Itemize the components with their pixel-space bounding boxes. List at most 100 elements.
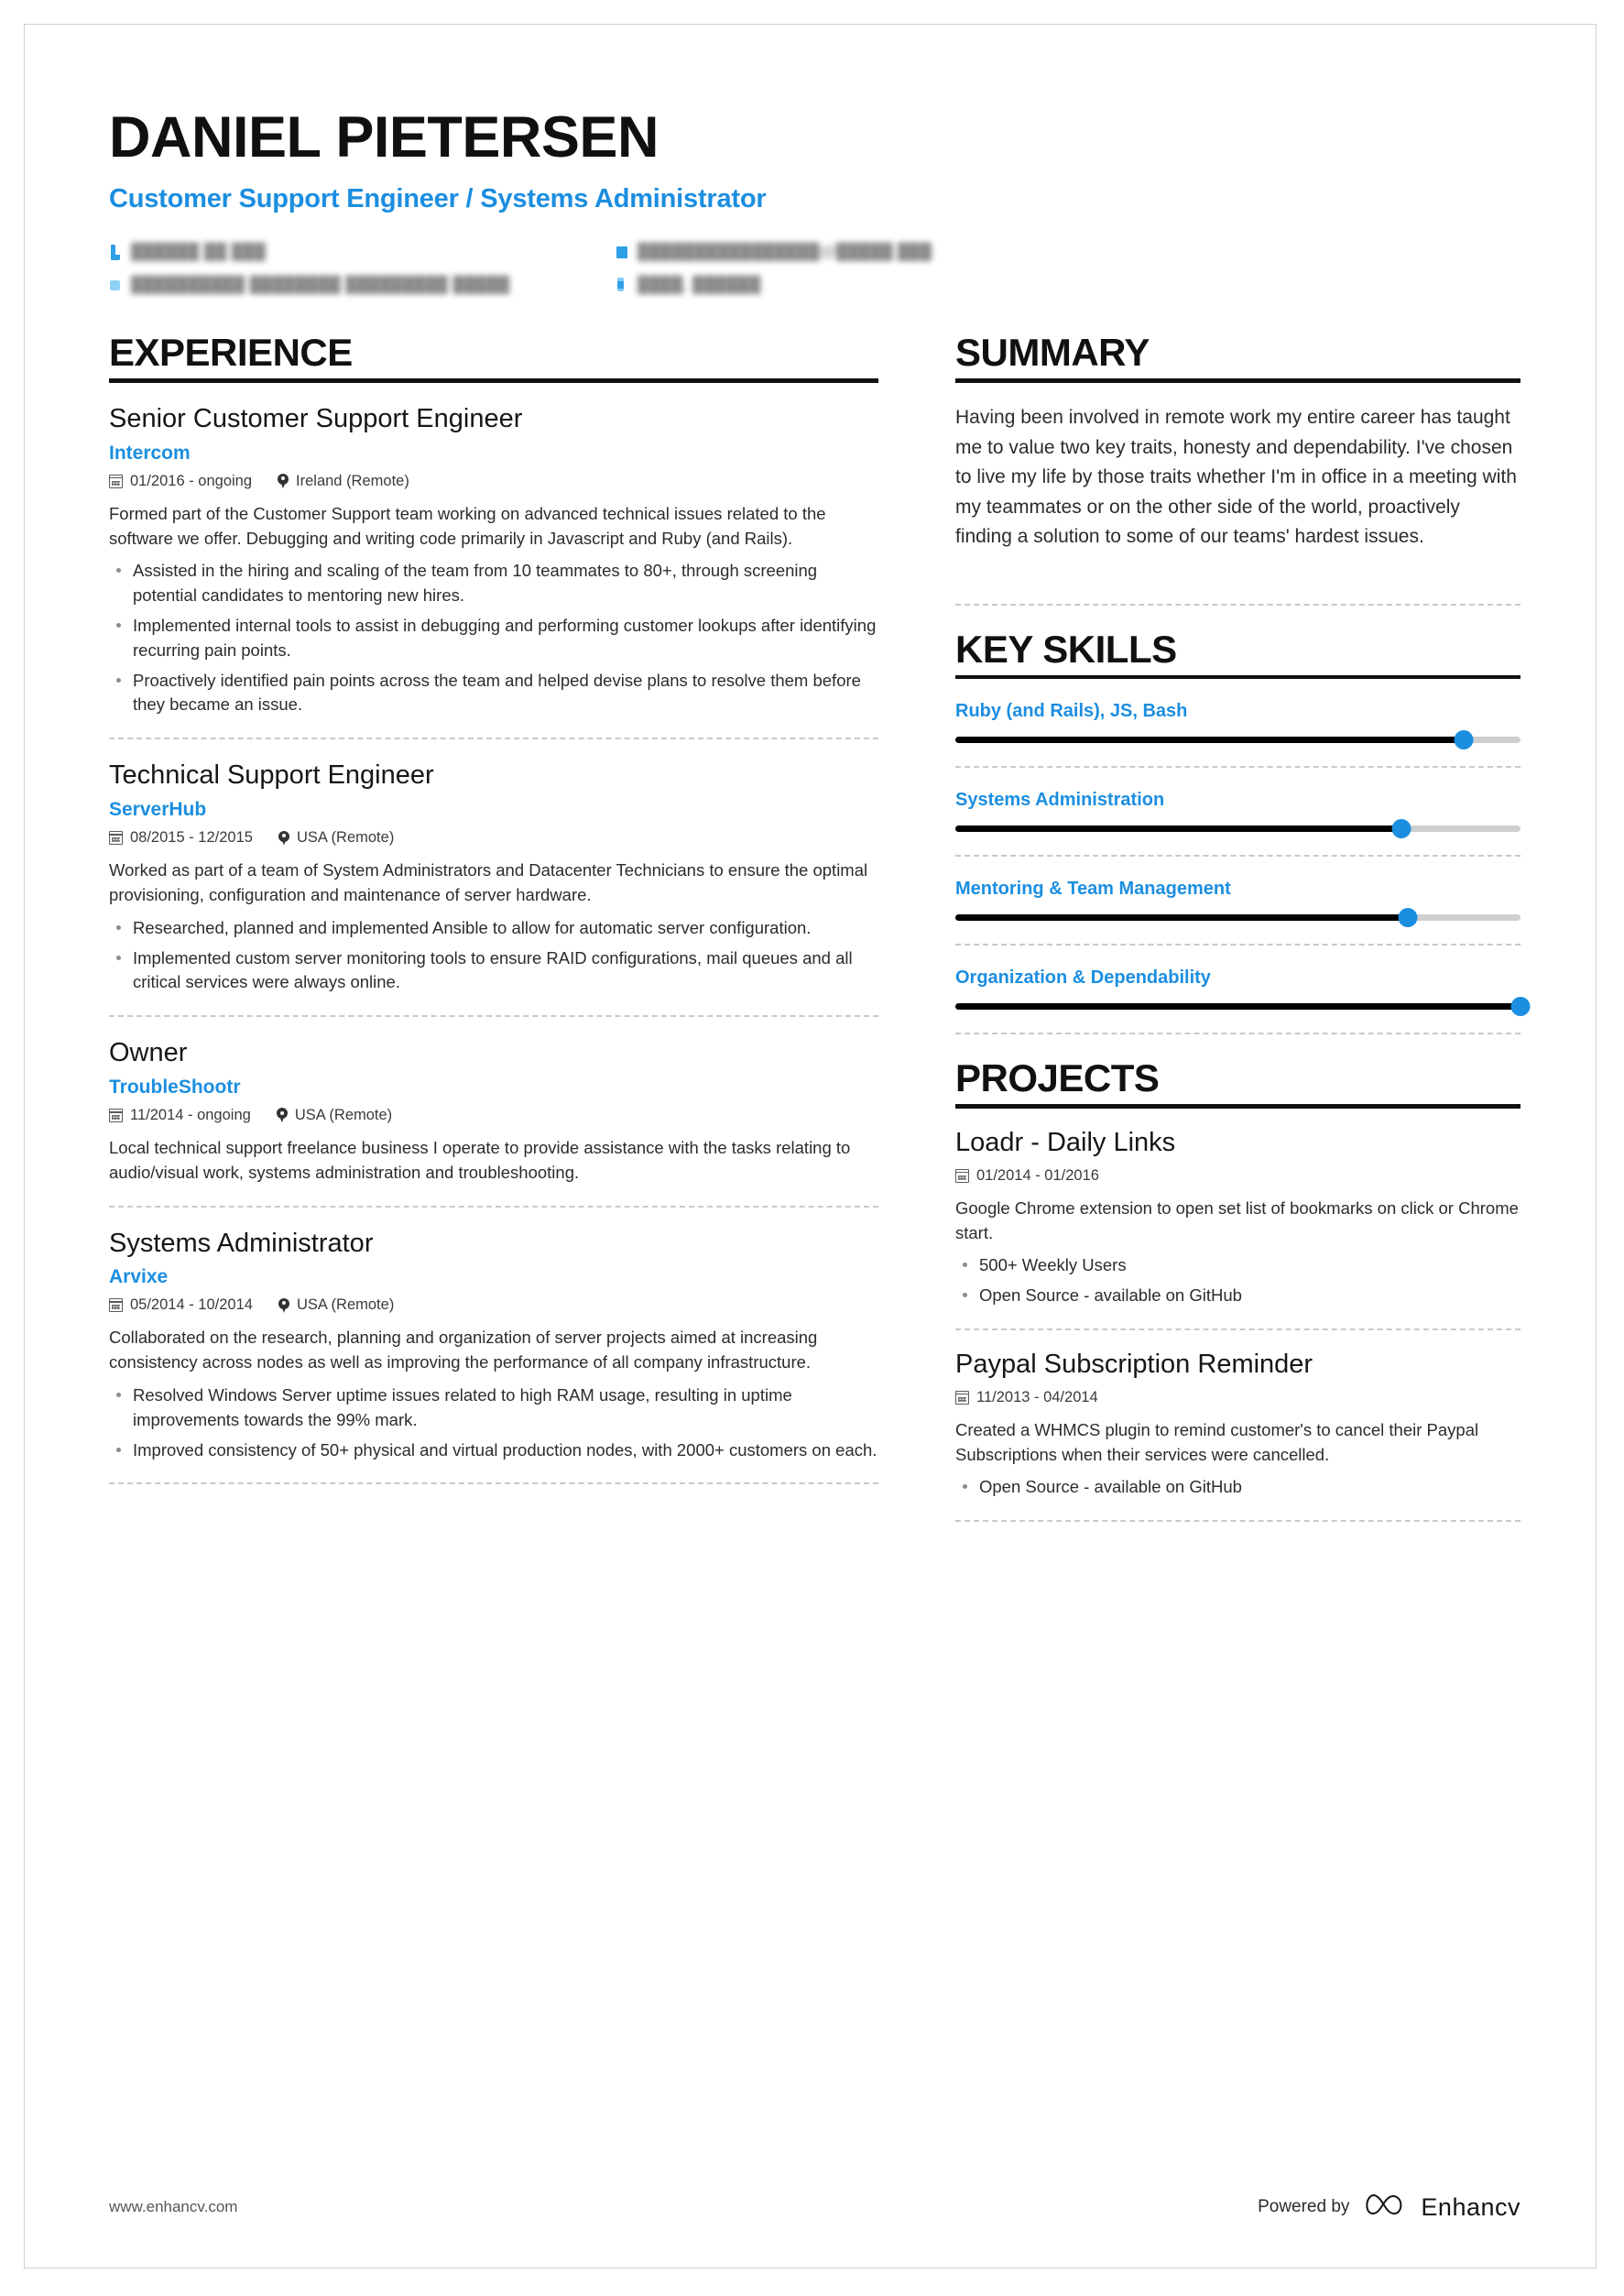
slider-knob[interactable] xyxy=(1398,907,1418,927)
skill-slider[interactable] xyxy=(955,907,1520,927)
left-column: EXPERIENCE Senior Customer Support Engin… xyxy=(109,332,878,1522)
experience-location: USA (Remote) xyxy=(296,829,395,847)
calendar-icon xyxy=(109,1298,123,1313)
skill-slider[interactable] xyxy=(955,729,1520,749)
skill-slider[interactable] xyxy=(955,996,1531,1016)
powered-by: Powered by Enhancv xyxy=(1258,2191,1520,2224)
slider-knob[interactable] xyxy=(1510,996,1531,1016)
list-item: Open Source - available on GitHub xyxy=(955,1284,1520,1308)
project-bullets: Open Source - available on GitHub xyxy=(955,1475,1520,1500)
experience-entry: Technical Support Engineer ServerHub 08/… xyxy=(109,739,878,995)
experience-entry: Owner TroubleShootr 11/2014 - ongoing US… xyxy=(109,1017,878,1185)
project-meta: 01/2014 - 01/2016 xyxy=(955,1167,1520,1185)
skill-label: Organization & Dependability xyxy=(955,967,1211,988)
location-pin-icon xyxy=(616,277,628,293)
resume-page: DANIEL PIETERSEN Customer Support Engine… xyxy=(0,0,1624,2296)
experience-description: Formed part of the Customer Support team… xyxy=(109,503,826,548)
mail-icon xyxy=(616,245,628,260)
experience-meta: 08/2015 - 12/2015 USA (Remote) xyxy=(109,829,878,847)
project-description: Google Chrome extension to open set list… xyxy=(955,1197,1519,1242)
section-title-summary: SUMMARY xyxy=(955,330,1150,374)
skill-item: Mentoring & Team Management xyxy=(955,857,1520,927)
resume-header: DANIEL PIETERSEN Customer Support Engine… xyxy=(109,109,1520,296)
experience-entry: Senior Customer Support Engineer Interco… xyxy=(109,383,878,717)
experience-title: Technical Support Engineer xyxy=(109,760,434,791)
powered-by-label: Powered by xyxy=(1258,2197,1350,2216)
calendar-icon xyxy=(109,1108,123,1122)
experience-location: USA (Remote) xyxy=(294,1106,393,1123)
enhancv-logo-icon xyxy=(1361,2191,1409,2224)
project-description: Created a WHMCS plugin to remind custome… xyxy=(955,1419,1479,1464)
link-icon xyxy=(109,278,122,293)
calendar-icon xyxy=(955,1390,969,1405)
experience-date: 11/2014 - ongoing xyxy=(130,1106,251,1123)
slider-knob[interactable] xyxy=(1454,729,1474,749)
contact-value: ████, ██████ xyxy=(638,275,761,293)
summary-section: SUMMARY Having been involved in remote w… xyxy=(955,330,1520,552)
divider xyxy=(955,1520,1520,1523)
experience-bullets: Assisted in the hiring and scaling of th… xyxy=(109,559,878,717)
list-item: Open Source - available on GitHub xyxy=(955,1475,1520,1500)
list-item: Assisted in the hiring and scaling of th… xyxy=(109,559,878,608)
experience-section: EXPERIENCE Senior Customer Support Engin… xyxy=(109,332,878,1485)
page-title: DANIEL PIETERSEN xyxy=(109,105,659,169)
slider-knob[interactable] xyxy=(1391,818,1411,838)
list-item: Proactively identified pain points acros… xyxy=(109,669,878,718)
location-pin-icon xyxy=(278,474,289,488)
experience-meta: 05/2014 - 10/2014 USA (Remote) xyxy=(109,1296,878,1314)
experience-organization: Arvixe xyxy=(109,1266,169,1288)
skill-item: Ruby (and Rails), JS, Bash xyxy=(955,679,1520,749)
location-pin-icon xyxy=(278,830,289,846)
list-item: Implemented custom server monitoring too… xyxy=(109,946,878,996)
slider-fill xyxy=(955,913,1408,921)
experience-date: 01/2016 - ongoing xyxy=(130,472,253,489)
slider-fill xyxy=(955,1002,1520,1010)
project-meta: 11/2013 - 04/2014 xyxy=(955,1389,1520,1406)
experience-description: Collaborated on the research, planning a… xyxy=(109,1328,818,1372)
experience-title: Systems Administrator xyxy=(109,1228,374,1258)
project-date: 11/2013 - 04/2014 xyxy=(976,1388,1098,1405)
headline: Customer Support Engineer / Systems Admi… xyxy=(109,184,767,213)
project-date: 01/2014 - 01/2016 xyxy=(976,1166,1099,1184)
footer-website[interactable]: www.enhancv.com xyxy=(109,2198,237,2216)
project-entry: Paypal Subscription Reminder 11/2013 - 0… xyxy=(955,1330,1520,1500)
experience-date: 05/2014 - 10/2014 xyxy=(130,1296,253,1314)
contact-value: ██████████ ████████ █████████ █████ xyxy=(131,275,510,293)
experience-meta: 11/2014 - ongoing USA (Remote) xyxy=(109,1107,878,1124)
skill-label: Ruby (and Rails), JS, Bash xyxy=(955,700,1188,721)
experience-entry: Systems Administrator Arvixe 05/2014 - 1… xyxy=(109,1208,878,1463)
project-bullets: 500+ Weekly Users Open Source - availabl… xyxy=(955,1253,1520,1308)
experience-date: 08/2015 - 12/2015 xyxy=(130,829,253,847)
divider xyxy=(109,1482,878,1485)
experience-organization: Intercom xyxy=(109,442,191,464)
list-item: Implemented internal tools to assist in … xyxy=(109,614,878,663)
enhancv-wordmark: Enhancv xyxy=(1421,2192,1520,2221)
skill-item: Organization & Dependability xyxy=(955,946,1531,1016)
skill-item: Systems Administration xyxy=(955,768,1520,838)
experience-description: Local technical support freelance busine… xyxy=(109,1137,851,1182)
list-item: Resolved Windows Server uptime issues re… xyxy=(109,1383,878,1433)
skill-label: Mentoring & Team Management xyxy=(955,878,1231,899)
contact-item-phone: ██████ ██ ███ xyxy=(109,242,616,263)
skill-slider[interactable] xyxy=(955,818,1520,838)
calendar-icon xyxy=(109,831,123,846)
skill-label: Systems Administration xyxy=(955,789,1165,810)
contact-item-email: ████████████████@█████.███ xyxy=(616,242,1520,263)
experience-title: Owner xyxy=(109,1038,188,1068)
experience-location: USA (Remote) xyxy=(296,1296,395,1314)
resume-sheet: DANIEL PIETERSEN Customer Support Engine… xyxy=(24,24,1597,2269)
section-title-projects: PROJECTS xyxy=(955,1055,1160,1099)
resume-columns: EXPERIENCE Senior Customer Support Engin… xyxy=(109,330,1531,1523)
slider-fill xyxy=(955,825,1402,832)
list-item: 500+ Weekly Users xyxy=(955,1253,1520,1278)
calendar-icon xyxy=(955,1168,969,1183)
contact-item-link: ██████████ ████████ █████████ █████ xyxy=(109,275,616,296)
section-divider xyxy=(955,377,1520,383)
footer: www.enhancv.com Powered by Enhancv xyxy=(109,2191,1520,2224)
summary-text: Having been involved in remote work my e… xyxy=(955,406,1517,548)
experience-bullets: Resolved Windows Server uptime issues re… xyxy=(109,1383,878,1462)
calendar-icon xyxy=(109,474,123,488)
project-title: Paypal Subscription Reminder xyxy=(955,1349,1313,1379)
experience-title: Senior Customer Support Engineer xyxy=(109,403,523,433)
projects-section: PROJECTS Loadr - Daily Links 01/2014 - 0… xyxy=(955,1055,1520,1523)
